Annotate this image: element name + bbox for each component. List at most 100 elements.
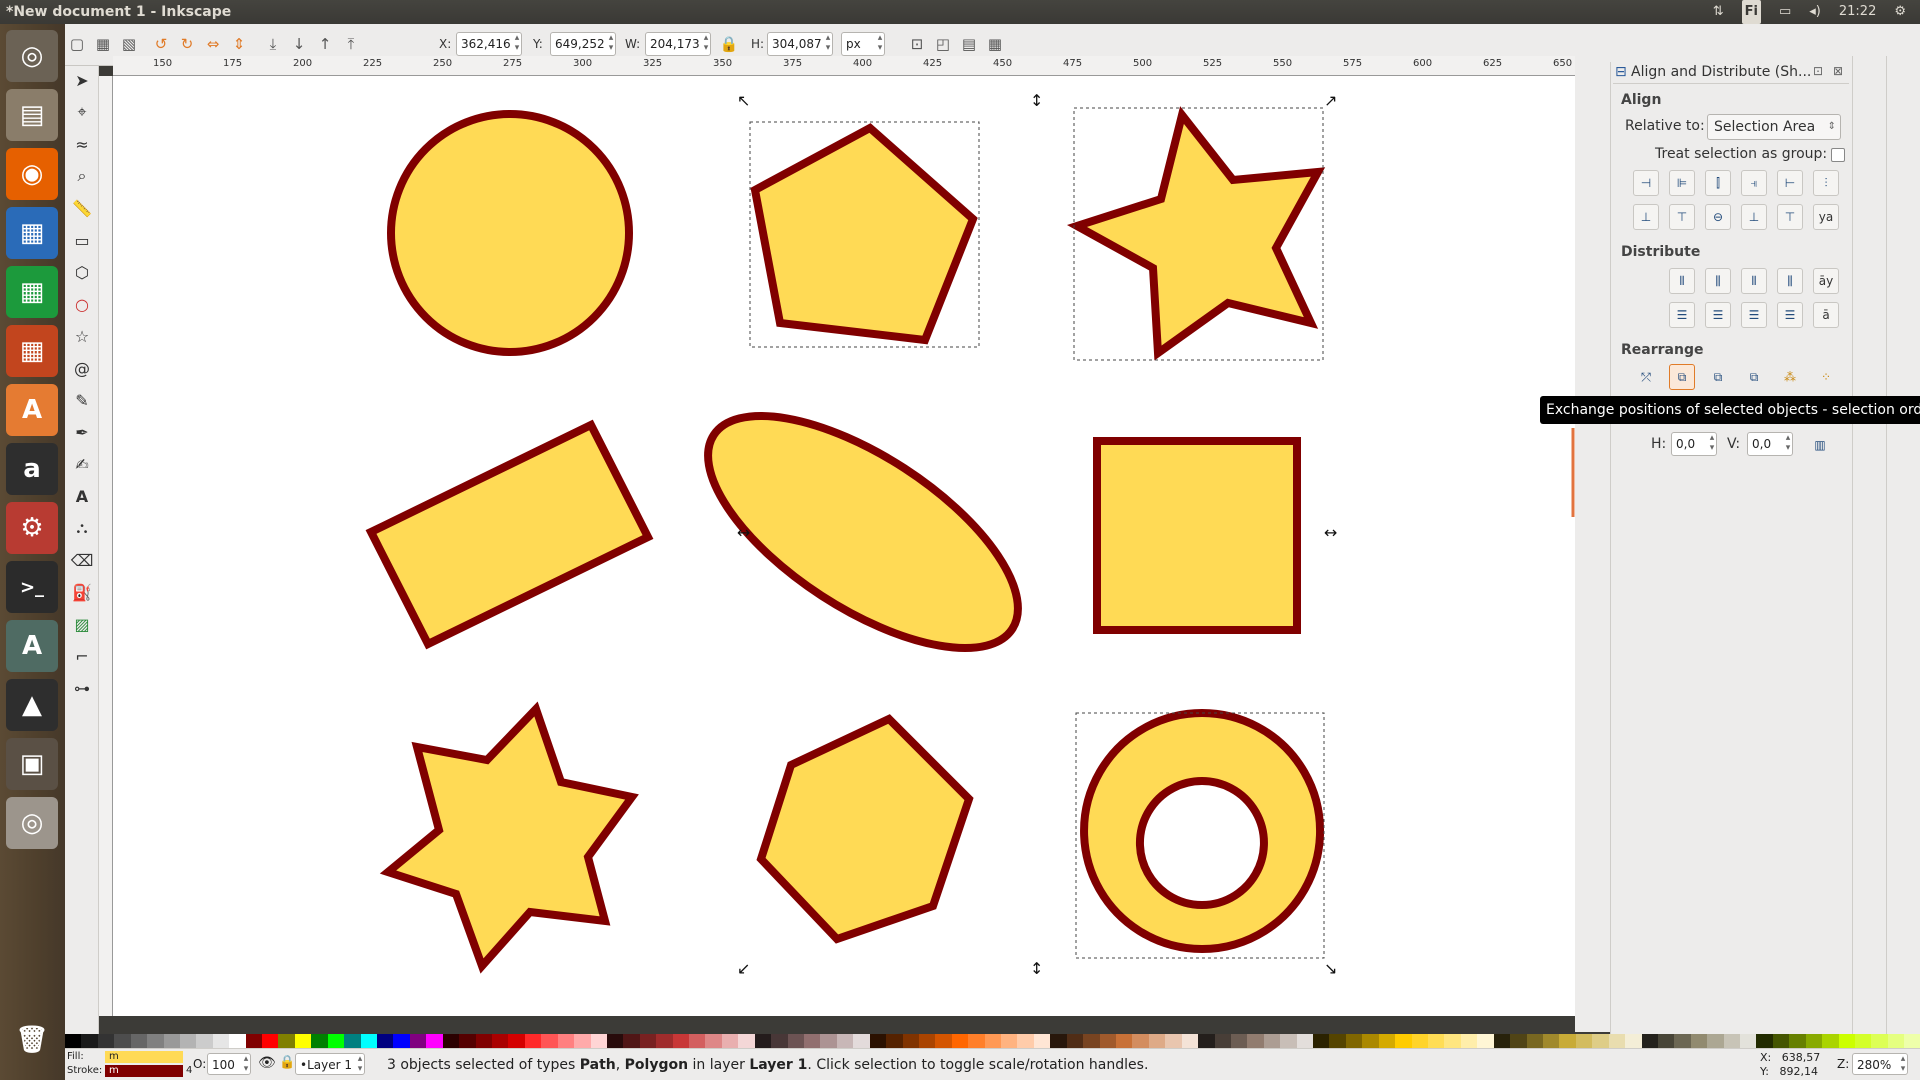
- palette-swatch[interactable]: [1116, 1034, 1133, 1048]
- palette-swatch[interactable]: [1740, 1034, 1757, 1048]
- palette-swatch[interactable]: [1707, 1034, 1724, 1048]
- amazon-icon[interactable]: a: [6, 443, 58, 495]
- palette-swatch[interactable]: [1148, 1034, 1166, 1048]
- opacity-field[interactable]: 100: [207, 1053, 251, 1075]
- palette-swatch[interactable]: [1477, 1034, 1494, 1048]
- fill-swatch[interactable]: m: [105, 1051, 183, 1063]
- workspaces-icon[interactable]: ▣: [6, 738, 58, 790]
- palette-swatch[interactable]: [1510, 1034, 1527, 1048]
- palette-swatch[interactable]: [1542, 1034, 1560, 1048]
- rectangle-shape[interactable]: [365, 419, 654, 650]
- files-icon[interactable]: ▤: [6, 89, 58, 141]
- palette-swatch[interactable]: [1756, 1034, 1773, 1048]
- palette-swatch[interactable]: [1345, 1034, 1363, 1048]
- palette-swatch[interactable]: [1280, 1034, 1297, 1048]
- palette-swatch[interactable]: [968, 1034, 985, 1048]
- palette-swatch[interactable]: [1772, 1034, 1790, 1048]
- palette-swatch[interactable]: [442, 1034, 460, 1048]
- palette-swatch[interactable]: [1592, 1034, 1609, 1048]
- volume-icon[interactable]: ◂): [1809, 0, 1821, 24]
- randomize-centers-icon[interactable]: ⁂: [1777, 364, 1803, 390]
- h-field[interactable]: 304,087: [767, 32, 833, 56]
- palette-swatch[interactable]: [344, 1034, 361, 1048]
- palette-swatch[interactable]: [1854, 1034, 1872, 1048]
- palette-swatch[interactable]: [689, 1034, 706, 1048]
- palette-swatch[interactable]: [179, 1034, 197, 1048]
- software-center-icon[interactable]: A: [6, 384, 58, 436]
- spiral-tool-icon[interactable]: @: [70, 356, 94, 380]
- lock-icon[interactable]: 🔒: [717, 32, 741, 56]
- palette-swatch[interactable]: [1001, 1034, 1018, 1048]
- star-tool-icon[interactable]: ☆: [70, 324, 94, 348]
- distribute-gaps-vertical-icon[interactable]: ☰: [1777, 302, 1803, 328]
- palette-swatch[interactable]: [1887, 1034, 1905, 1048]
- settings-icon[interactable]: ⚙: [6, 502, 58, 554]
- battery-icon[interactable]: ▭: [1779, 0, 1791, 24]
- 3dbox-tool-icon[interactable]: ⬡: [70, 260, 94, 284]
- firefox-icon[interactable]: ◉: [6, 148, 58, 200]
- h-gap-field[interactable]: 0,0: [1671, 432, 1717, 456]
- distribute-top-edges-icon[interactable]: ☰: [1669, 302, 1695, 328]
- deselect-icon[interactable]: ▧: [117, 32, 141, 56]
- palette-swatch[interactable]: [1132, 1034, 1149, 1048]
- updater-icon[interactable]: A: [6, 620, 58, 672]
- palette-swatch[interactable]: [1099, 1034, 1116, 1048]
- align-baseline-icon[interactable]: ya: [1813, 204, 1839, 230]
- palette-swatch[interactable]: [1033, 1034, 1051, 1048]
- x-field[interactable]: 362,416: [456, 32, 522, 56]
- select-all-layers-icon[interactable]: ▦: [91, 32, 115, 56]
- palette-swatch[interactable]: [65, 1034, 82, 1048]
- palette-swatch[interactable]: [1395, 1034, 1412, 1048]
- palette-swatch[interactable]: [311, 1034, 328, 1048]
- palette-swatch[interactable]: [212, 1034, 230, 1048]
- palette-swatch[interactable]: [1822, 1034, 1839, 1048]
- tweak-tool-icon[interactable]: ≈: [70, 132, 94, 156]
- rotate-cw-icon[interactable]: ↻: [175, 32, 199, 56]
- vertical-ruler[interactable]: [99, 76, 113, 1016]
- dash-home-icon[interactable]: ◎: [6, 30, 58, 82]
- lower-icon[interactable]: ↓: [287, 32, 311, 56]
- palette-swatch[interactable]: [1674, 1034, 1691, 1048]
- palette-swatch[interactable]: [902, 1034, 919, 1048]
- graph-layout-icon[interactable]: ⤱: [1633, 364, 1659, 390]
- distribute-gaps-horizontal-icon[interactable]: ⫼: [1777, 268, 1803, 294]
- palette-swatch[interactable]: [935, 1034, 952, 1048]
- palette-swatch[interactable]: [1313, 1034, 1330, 1048]
- exchange-clockwise-icon[interactable]: ⧉: [1741, 364, 1767, 390]
- palette-swatch[interactable]: [1296, 1034, 1314, 1048]
- palette-swatch[interactable]: [508, 1034, 525, 1048]
- select-all-icon[interactable]: ▢: [65, 32, 89, 56]
- color-palette[interactable]: [65, 1034, 1920, 1048]
- layer-lock-icon[interactable]: 🔒: [279, 1055, 295, 1070]
- ellipse-tool-icon[interactable]: ○: [70, 292, 94, 316]
- center-on-horizontal-axis-icon[interactable]: ⫶: [1813, 170, 1839, 196]
- distribute-centers-horizontal-icon[interactable]: ⫼: [1705, 268, 1731, 294]
- remove-overlaps-icon[interactable]: ▥: [1807, 432, 1833, 458]
- impress-icon[interactable]: ▦: [6, 325, 58, 377]
- palette-swatch[interactable]: [951, 1034, 969, 1048]
- palette-swatch[interactable]: [738, 1034, 755, 1048]
- palette-swatch[interactable]: [1247, 1034, 1264, 1048]
- palette-swatch[interactable]: [360, 1034, 378, 1048]
- align-left-to-right-anchor-icon[interactable]: ⊢: [1777, 170, 1803, 196]
- calligraphy-tool-icon[interactable]: ✍: [70, 452, 94, 476]
- align-left-edges-icon[interactable]: ⊫: [1669, 170, 1695, 196]
- palette-swatch[interactable]: [918, 1034, 936, 1048]
- flip-horizontal-icon[interactable]: ⇔: [201, 32, 225, 56]
- palette-swatch[interactable]: [787, 1034, 804, 1048]
- palette-swatch[interactable]: [114, 1034, 131, 1048]
- palette-swatch[interactable]: [377, 1034, 394, 1048]
- palette-swatch[interactable]: [886, 1034, 903, 1048]
- palette-swatch[interactable]: [327, 1034, 345, 1048]
- pentagon-shape[interactable]: [750, 123, 978, 345]
- palette-swatch[interactable]: [1904, 1034, 1920, 1048]
- keyboard-layout-indicator[interactable]: Fi: [1741, 0, 1761, 24]
- palette-swatch[interactable]: [1198, 1034, 1215, 1048]
- palette-swatch[interactable]: [229, 1034, 246, 1048]
- distribute-bottom-edges-icon[interactable]: ☰: [1741, 302, 1767, 328]
- eraser-tool-icon[interactable]: ⌫: [70, 548, 94, 572]
- raise-to-top-icon[interactable]: ⤒: [339, 32, 363, 56]
- palette-swatch[interactable]: [623, 1034, 640, 1048]
- exchange-selection-order-icon[interactable]: ⧉: [1669, 364, 1695, 390]
- align-right-to-left-anchor-icon[interactable]: ⊣: [1633, 170, 1659, 196]
